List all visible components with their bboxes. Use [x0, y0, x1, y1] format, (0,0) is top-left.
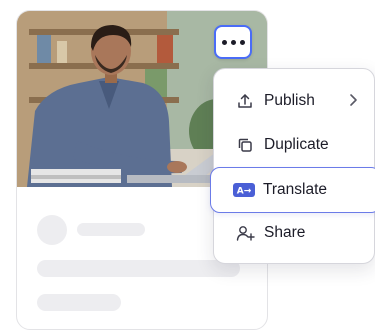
more-options-button[interactable]: [214, 25, 252, 59]
menu-item-duplicate[interactable]: Duplicate: [214, 123, 375, 167]
menu-item-publish[interactable]: Publish: [214, 79, 375, 123]
chevron-right-icon: [348, 93, 358, 112]
translate-icon: A→: [233, 179, 255, 201]
text-placeholder-long: [37, 260, 240, 277]
menu-item-label: Translate: [263, 181, 328, 198]
upload-icon: [234, 90, 256, 112]
text-placeholder-medium: [37, 294, 121, 311]
menu-item-label: Share: [264, 224, 306, 241]
menu-item-label: Duplicate: [264, 136, 329, 153]
more-icon: [221, 39, 227, 45]
avatar-placeholder: [37, 215, 67, 245]
svg-text:A→: A→: [237, 187, 252, 197]
menu-item-share[interactable]: Share: [214, 211, 375, 255]
more-icon-dot: [230, 39, 236, 45]
duplicate-icon: [234, 134, 256, 156]
menu-item-label: Publish: [264, 92, 315, 109]
text-placeholder-short: [77, 223, 145, 236]
menu-item-translate[interactable]: A→ Translate: [210, 167, 375, 213]
more-icon-dot: [239, 39, 245, 45]
context-menu: Publish Duplicate A→ Translate Share: [210, 68, 375, 264]
add-user-icon: [234, 222, 256, 244]
